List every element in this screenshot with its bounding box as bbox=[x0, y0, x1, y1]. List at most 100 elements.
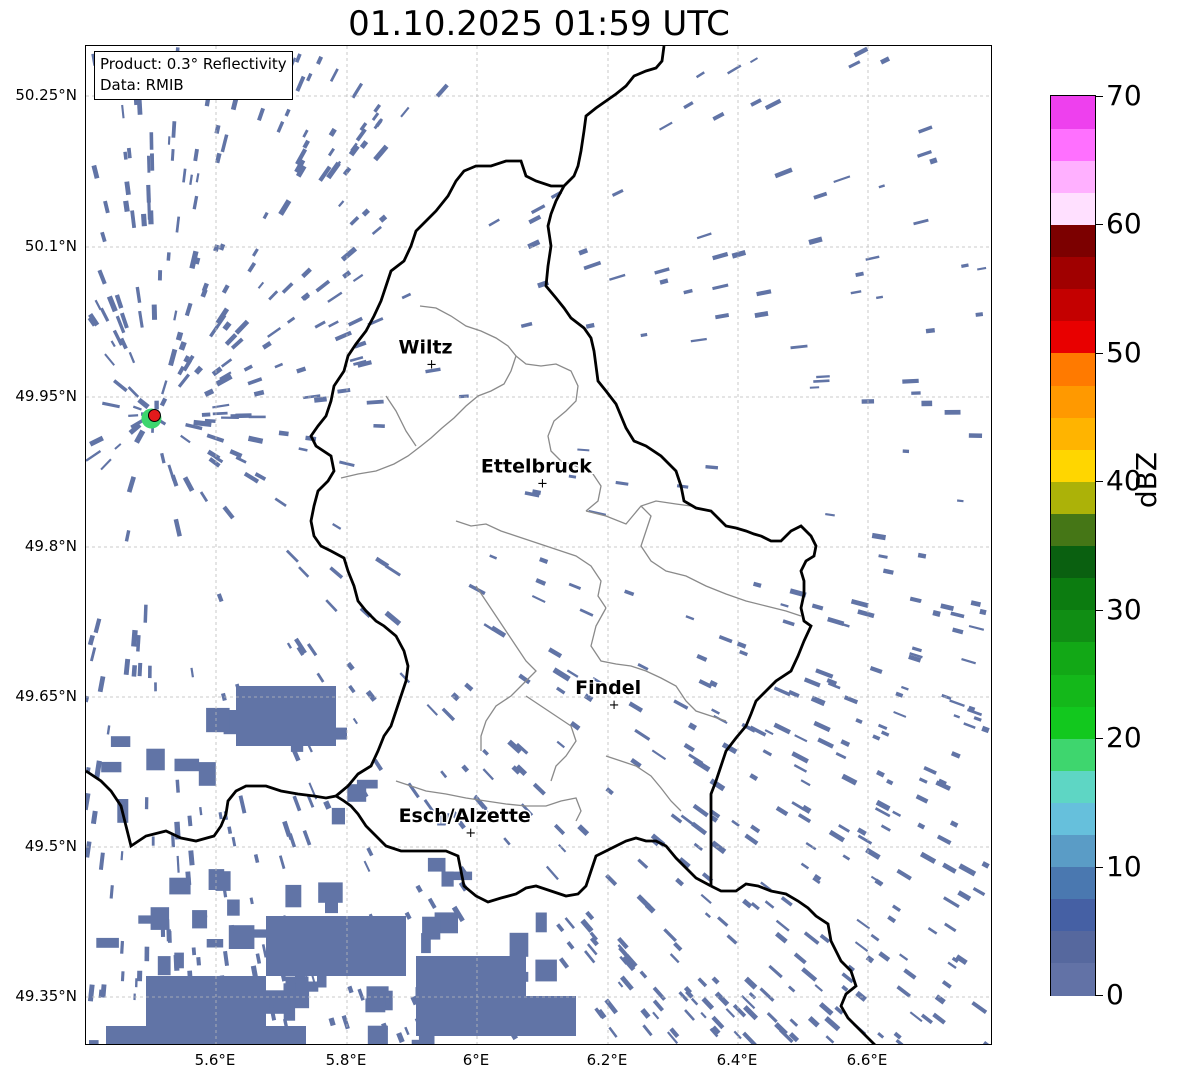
echo-cell bbox=[775, 919, 790, 932]
echo-cell bbox=[787, 985, 796, 993]
echo-cell bbox=[749, 57, 759, 64]
echo-cell bbox=[869, 666, 883, 674]
echo-cell bbox=[711, 708, 720, 715]
colorbar-tick-label: 50 bbox=[1106, 335, 1142, 369]
colorbar-segment bbox=[1051, 224, 1095, 258]
echo-cell bbox=[944, 922, 957, 933]
echo-cell bbox=[807, 1016, 820, 1028]
echo-cell bbox=[93, 618, 102, 634]
echo-cell bbox=[764, 98, 782, 110]
colorbar-segment bbox=[1051, 577, 1095, 611]
echo-cell bbox=[813, 379, 830, 383]
echo-cell bbox=[700, 1011, 707, 1019]
echo-cell bbox=[160, 921, 166, 937]
echo-cell bbox=[619, 975, 634, 991]
echo-cell bbox=[876, 770, 885, 778]
echo-cell bbox=[306, 72, 313, 82]
echo-cell bbox=[192, 195, 199, 210]
echo-cell bbox=[483, 623, 494, 631]
product-info-box: Product: 0.3° Reflectivity Data: RMIB bbox=[94, 51, 293, 100]
echo-cell bbox=[106, 1026, 306, 1044]
echo-cell bbox=[739, 649, 748, 657]
colorbar bbox=[1050, 95, 1096, 996]
echo-cell bbox=[90, 810, 98, 825]
lon-label-6-4: 6.4°E bbox=[716, 1051, 758, 1069]
echo-cell bbox=[422, 916, 441, 940]
echo-cell bbox=[97, 269, 107, 285]
echo-cell bbox=[346, 661, 355, 671]
echo-cell bbox=[435, 83, 449, 98]
echo-cell bbox=[249, 897, 254, 905]
echo-cell bbox=[131, 665, 137, 677]
echo-cell bbox=[87, 634, 95, 646]
echo-cell bbox=[171, 121, 177, 138]
echo-cell bbox=[865, 847, 881, 860]
echo-cell bbox=[793, 763, 808, 773]
echo-cell bbox=[247, 435, 264, 444]
echo-cell bbox=[690, 337, 707, 343]
echo-cell bbox=[363, 860, 371, 872]
echo-cell bbox=[234, 319, 250, 335]
echo-cell bbox=[718, 635, 733, 644]
echo-cell bbox=[196, 957, 202, 966]
city-cross-icon: + bbox=[465, 826, 476, 841]
echo-cell bbox=[742, 1031, 757, 1044]
echo-cell bbox=[902, 378, 919, 384]
echo-cell bbox=[855, 990, 868, 1002]
echo-cell bbox=[227, 899, 240, 916]
echo-cell bbox=[314, 320, 326, 329]
echo-cell bbox=[100, 984, 107, 998]
lat-label-50-25: 50.25°N bbox=[15, 86, 77, 104]
echo-cell bbox=[286, 316, 296, 324]
echo-cell bbox=[982, 1041, 991, 1044]
echo-cell bbox=[328, 1017, 336, 1027]
echo-cell bbox=[840, 622, 850, 628]
echo-cell bbox=[109, 885, 114, 899]
echo-cell bbox=[652, 986, 666, 1001]
echo-cell bbox=[940, 603, 954, 611]
echo-cell bbox=[764, 900, 775, 909]
echo-cell bbox=[749, 773, 759, 781]
echo-cell bbox=[227, 826, 233, 835]
echo-cell bbox=[206, 707, 230, 733]
echo-cell bbox=[639, 970, 648, 979]
echo-cell bbox=[123, 658, 131, 676]
echo-cell bbox=[135, 286, 142, 304]
echo-cell bbox=[725, 1008, 736, 1018]
echo-cell bbox=[726, 64, 742, 75]
colorbar-segment bbox=[1051, 128, 1095, 161]
echo-cell bbox=[878, 184, 886, 189]
city-label: Ettelbruck bbox=[481, 456, 592, 478]
radar-map[interactable]: + Wiltz + Ettelbruck + Findel + Esch/Alzette bbox=[85, 45, 992, 1045]
echo-cell bbox=[916, 150, 932, 158]
echo-cell bbox=[651, 749, 667, 761]
echo-cell bbox=[190, 667, 194, 678]
echo-cell bbox=[366, 399, 384, 405]
echo-cell bbox=[426, 703, 438, 716]
echo-cell bbox=[705, 464, 719, 470]
colorbar-segment bbox=[1051, 706, 1095, 739]
echo-cell bbox=[489, 554, 498, 560]
echo-cell bbox=[96, 937, 119, 948]
echo-cell bbox=[220, 358, 233, 368]
echo-cell bbox=[528, 214, 542, 225]
echo-cell bbox=[98, 852, 105, 870]
echo-cell bbox=[128, 351, 136, 364]
echo-cell bbox=[97, 675, 106, 693]
city-marker: +Findel bbox=[574, 675, 643, 713]
echo-cell bbox=[154, 400, 159, 410]
echo-cell bbox=[488, 218, 500, 227]
echo-cell bbox=[726, 934, 738, 945]
echo-cell bbox=[714, 991, 730, 1007]
echo-cell bbox=[947, 961, 957, 969]
echo-cell bbox=[86, 792, 91, 811]
echo-cell bbox=[805, 841, 817, 851]
echo-cell bbox=[583, 260, 602, 271]
echo-cell bbox=[396, 1032, 405, 1044]
echo-cell bbox=[684, 817, 697, 827]
echo-cell bbox=[690, 997, 699, 1006]
echo-cell bbox=[535, 912, 547, 933]
echo-cell bbox=[127, 386, 140, 398]
city-marker: +Ettelbruck bbox=[479, 454, 593, 492]
echo-cell bbox=[640, 332, 648, 338]
